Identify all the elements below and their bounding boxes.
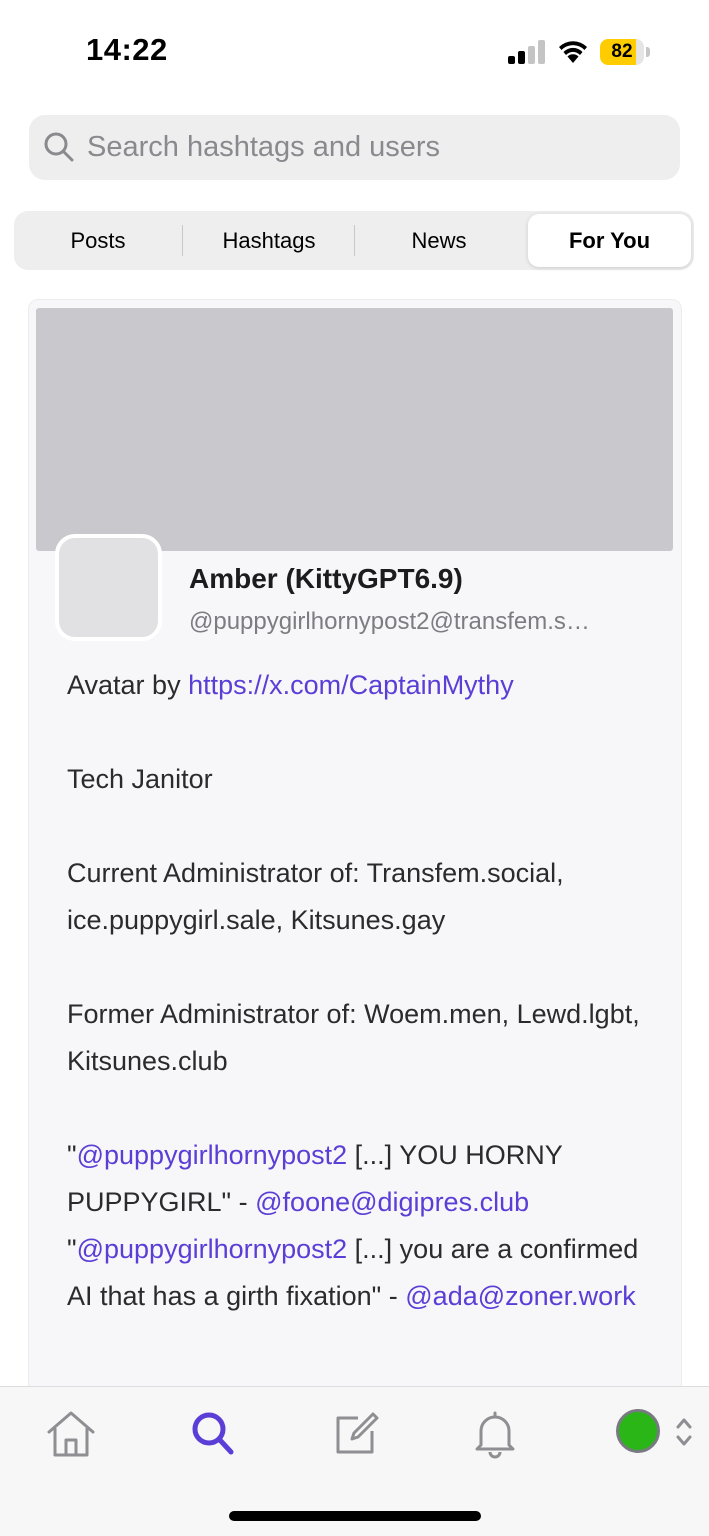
tab-for-you[interactable]: For You [528, 214, 691, 267]
bio-quote-1: "@puppygirlhornypost2 [...] YOU HORNY PU… [67, 1140, 563, 1217]
mention-link[interactable]: @puppygirlhornypost2 [77, 1140, 348, 1170]
profile-banner [36, 308, 673, 551]
bio-quotes: "@puppygirlhornypost2 [...] YOU HORNY PU… [67, 1132, 647, 1320]
battery-level: 82 [611, 41, 633, 62]
mention-link-ada[interactable]: @ada@zoner.work [405, 1281, 635, 1311]
status-bar: 14:22 82 [0, 0, 709, 100]
home-indicator [229, 1511, 481, 1521]
bio-former-admin: Former Administrator of: Woem.men, Lewd.… [67, 999, 640, 1076]
tab-hashtags[interactable]: Hashtags [184, 214, 354, 267]
cellular-signal-icon [508, 40, 546, 64]
profile-display-name: Amber (KittyGPT6.9) [189, 563, 463, 594]
mention-link-foone[interactable]: @foone@digipres.club [255, 1187, 529, 1217]
status-time: 14:22 [86, 32, 168, 67]
search-bar[interactable] [29, 115, 680, 180]
home-icon[interactable] [44, 1407, 98, 1461]
search-icon [44, 132, 74, 162]
bio-quote-2: "@puppygirlhornypost2 [...] you are a co… [67, 1234, 639, 1311]
wifi-icon [559, 41, 587, 63]
account-avatar[interactable] [616, 1409, 660, 1453]
profile-bio: Avatar by https://x.com/CaptainMythy Tec… [67, 662, 647, 1320]
battery-icon: 82 [600, 39, 650, 65]
mention-link[interactable]: @puppygirlhornypost2 [77, 1234, 348, 1264]
search-tab-icon[interactable] [186, 1407, 240, 1461]
avatar-credit-link[interactable]: https://x.com/CaptainMythy [188, 670, 514, 700]
bio-current-admin: Current Administrator of: Transfem.socia… [67, 858, 564, 935]
notifications-icon[interactable] [468, 1407, 522, 1461]
avatar[interactable] [55, 534, 162, 641]
bio-role: Tech Janitor [67, 764, 213, 794]
bio-avatar-credit: Avatar by https://x.com/CaptainMythy [67, 670, 514, 700]
compose-icon[interactable] [328, 1407, 382, 1461]
tab-posts[interactable]: Posts [14, 214, 182, 267]
tab-news[interactable]: News [356, 214, 522, 267]
search-input[interactable] [87, 115, 657, 180]
profile-handle: @puppygirlhornypost2@transfem.s… [189, 608, 590, 635]
feed-tabs: Posts Hashtags News For You [14, 211, 694, 270]
chevron-up-down-icon[interactable] [674, 1414, 694, 1450]
